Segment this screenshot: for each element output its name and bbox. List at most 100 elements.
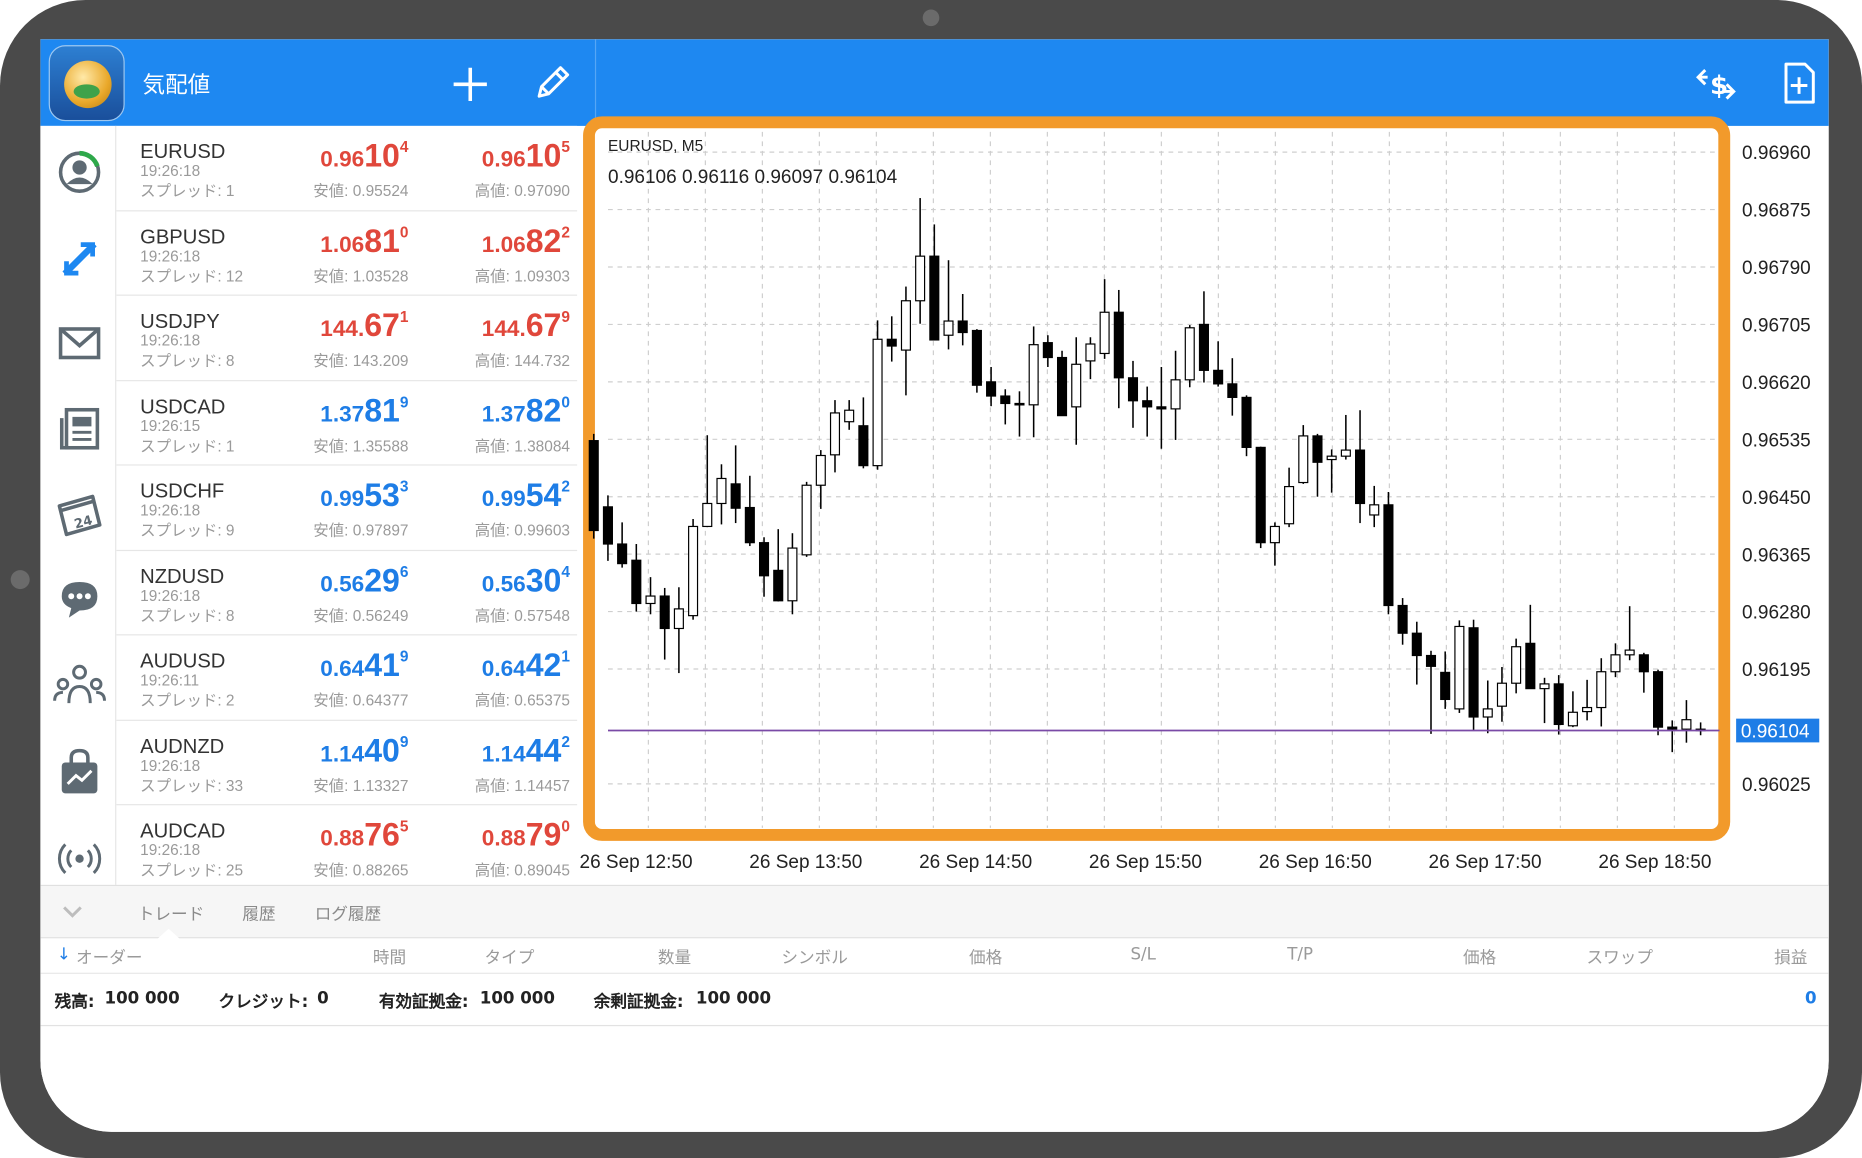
col-symbol[interactable]: シンボル: [781, 945, 848, 969]
candle-body: [1681, 719, 1692, 730]
ask-price[interactable]: 1.06822: [404, 223, 570, 260]
candle-body: [1468, 627, 1479, 718]
col-order[interactable]: オーダー: [76, 945, 143, 969]
ask-price[interactable]: 0.64421: [404, 647, 570, 684]
account-icon[interactable]: [50, 143, 109, 202]
tab-trade[interactable]: トレード: [138, 901, 205, 925]
bid-price[interactable]: 0.64419: [242, 647, 408, 684]
edit-icon[interactable]: [532, 63, 572, 103]
candle-body: [1525, 642, 1536, 690]
new-order-icon[interactable]: [1781, 61, 1817, 106]
quote-low: 安値: 143.209: [313, 351, 409, 370]
col-profit[interactable]: 損益: [1774, 945, 1807, 969]
mail-icon[interactable]: [50, 314, 109, 373]
candle-body: [886, 338, 897, 347]
quotes-list: EURUSD 19:26:18 スプレッド: 1 0.96104 0.96105 安値: …: [116, 125, 578, 891]
quote-time: 19:26:18: [140, 586, 201, 604]
bid-price[interactable]: 1.37819: [242, 393, 408, 430]
collapse-chevron-icon[interactable]: [62, 905, 83, 919]
candle-body: [1638, 654, 1649, 673]
candlestick-chart[interactable]: 0.96960 0.96875 0.96790 0.96705 0.96620 0.965…: [577, 110, 1829, 894]
candle-body: [744, 506, 755, 544]
svg-text:24: 24: [73, 513, 94, 532]
col-price-current[interactable]: 価格: [1463, 945, 1496, 969]
bid-price[interactable]: 1.14409: [242, 732, 408, 769]
bid-price[interactable]: 0.56296: [242, 562, 408, 599]
quote-row-audusd[interactable]: AUDUSD 19:26:11 スプレッド: 2 0.64419 0.64421 安値: …: [116, 635, 578, 721]
col-volume[interactable]: 数量: [658, 945, 691, 969]
col-tp[interactable]: T/P: [1287, 945, 1313, 964]
quote-spread: スプレッド: 1: [140, 436, 235, 455]
quote-row-usdchf[interactable]: USDCHF 19:26:18 スプレッド: 9 0.99533 0.99542 安値: …: [116, 466, 578, 551]
ask-price[interactable]: 0.88790: [404, 817, 570, 854]
ask-price[interactable]: 0.96105: [404, 138, 570, 175]
quote-row-nzdusd[interactable]: NZDUSD 19:26:18 スプレッド: 8 0.56296 0.56304 安値: …: [116, 550, 578, 636]
community-icon[interactable]: [50, 656, 109, 715]
chat-icon[interactable]: [50, 570, 109, 629]
tab-log-history[interactable]: ログ履歴: [315, 901, 382, 925]
candle-body: [1071, 363, 1082, 408]
candle-body: [673, 608, 684, 630]
bid-price[interactable]: 0.96104: [242, 138, 408, 175]
quote-high: 高値: 0.89045: [474, 861, 570, 879]
quote-row-usdcad[interactable]: USDCAD 19:26:15 スプレッド: 1 1.37819 1.37820 安値: …: [116, 381, 578, 466]
ask-price[interactable]: 0.99542: [404, 477, 570, 514]
candle-body: [645, 595, 656, 605]
quote-low: 安値: 1.03528: [313, 266, 409, 285]
ask-price[interactable]: 144.679: [404, 308, 570, 345]
col-time[interactable]: 時間: [373, 945, 406, 969]
trade-arrows-icon[interactable]: [50, 228, 109, 287]
quote-row-audnzd[interactable]: AUDNZD 19:26:18 スプレッド: 33 1.14409 1.14442 安値:…: [116, 720, 578, 806]
ask-price[interactable]: 1.37820: [404, 393, 570, 430]
toolbox-tabs: トレード 履歴 ログ履歴: [40, 886, 1829, 940]
candle-body: [1127, 377, 1139, 402]
col-price[interactable]: 価格: [969, 945, 1002, 969]
quote-high: 高値: 1.38084: [474, 436, 570, 455]
calendar-icon[interactable]: 24: [50, 485, 109, 544]
col-sl[interactable]: S/L: [1131, 945, 1156, 964]
quote-row-usdjpy[interactable]: USDJPY 19:26:18 スプレッド: 8 144.671 144.679 安値: …: [116, 296, 578, 381]
news-icon[interactable]: [50, 399, 109, 458]
quote-row-audcad[interactable]: AUDCAD 19:26:18 スプレッド: 25 0.88765 0.88790 安値:…: [116, 805, 578, 891]
quote-spread: スプレッド: 1: [140, 181, 235, 200]
add-icon[interactable]: [449, 63, 492, 106]
col-swap[interactable]: スワップ: [1587, 945, 1654, 969]
x-tick-label: 26 Sep 13:50: [749, 852, 862, 873]
y-tick-label: 0.96365: [1742, 545, 1811, 566]
camera: [922, 9, 940, 27]
market-bag-icon[interactable]: [50, 743, 109, 802]
sort-arrow-icon[interactable]: ↓: [57, 945, 71, 964]
quote-time: 19:26:18: [140, 161, 201, 180]
quote-row-eurusd[interactable]: EURUSD 19:26:18 スプレッド: 1 0.96104 0.96105 安値: …: [116, 126, 578, 211]
free-margin-label: 余剰証拠金:: [593, 992, 684, 1012]
col-type[interactable]: タイプ: [485, 945, 535, 969]
signals-icon[interactable]: [50, 829, 109, 888]
quote-spread: スプレッド: 12: [140, 266, 244, 285]
candle-body: [758, 542, 770, 577]
quote-time: 19:26:18: [140, 331, 201, 350]
tab-history[interactable]: 履歴: [242, 901, 275, 925]
bid-price[interactable]: 1.06810: [242, 223, 408, 260]
bid-price[interactable]: 144.671: [242, 308, 408, 345]
balance-label: 残高:: [54, 992, 95, 1012]
candle-body: [1425, 654, 1437, 667]
app-logo-icon[interactable]: [48, 45, 125, 122]
quote-time: 19:26:11: [140, 671, 200, 689]
trade-dollar-icon[interactable]: $: [1693, 63, 1738, 103]
bid-price[interactable]: 0.88765: [242, 817, 408, 854]
candle-body: [1667, 726, 1678, 730]
ask-price[interactable]: 0.56304: [404, 562, 570, 599]
quote-spread: スプレッド: 8: [140, 351, 235, 370]
candle-body: [1000, 395, 1011, 405]
ask-price[interactable]: 1.14442: [404, 732, 570, 769]
chart-panel[interactable]: 0.96960 0.96875 0.96790 0.96705 0.96620 0.965…: [577, 110, 1829, 894]
account-summary-row: 残高: 100 000 クレジット: 0 有効証拠金: 100 000 余剰証拠…: [40, 974, 1829, 1027]
bid-price[interactable]: 0.99533: [242, 477, 408, 514]
candle-body: [829, 412, 841, 456]
quote-row-gbpusd[interactable]: GBPUSD 19:26:18 スプレッド: 12 1.06810 1.06822 安値:…: [116, 211, 578, 296]
candle-body: [659, 595, 670, 630]
y-tick-label: 0.96620: [1742, 373, 1811, 394]
quote-spread: スプレッド: 25: [140, 861, 244, 879]
y-tick-label: 0.96790: [1742, 258, 1811, 279]
candle-body: [957, 320, 968, 334]
